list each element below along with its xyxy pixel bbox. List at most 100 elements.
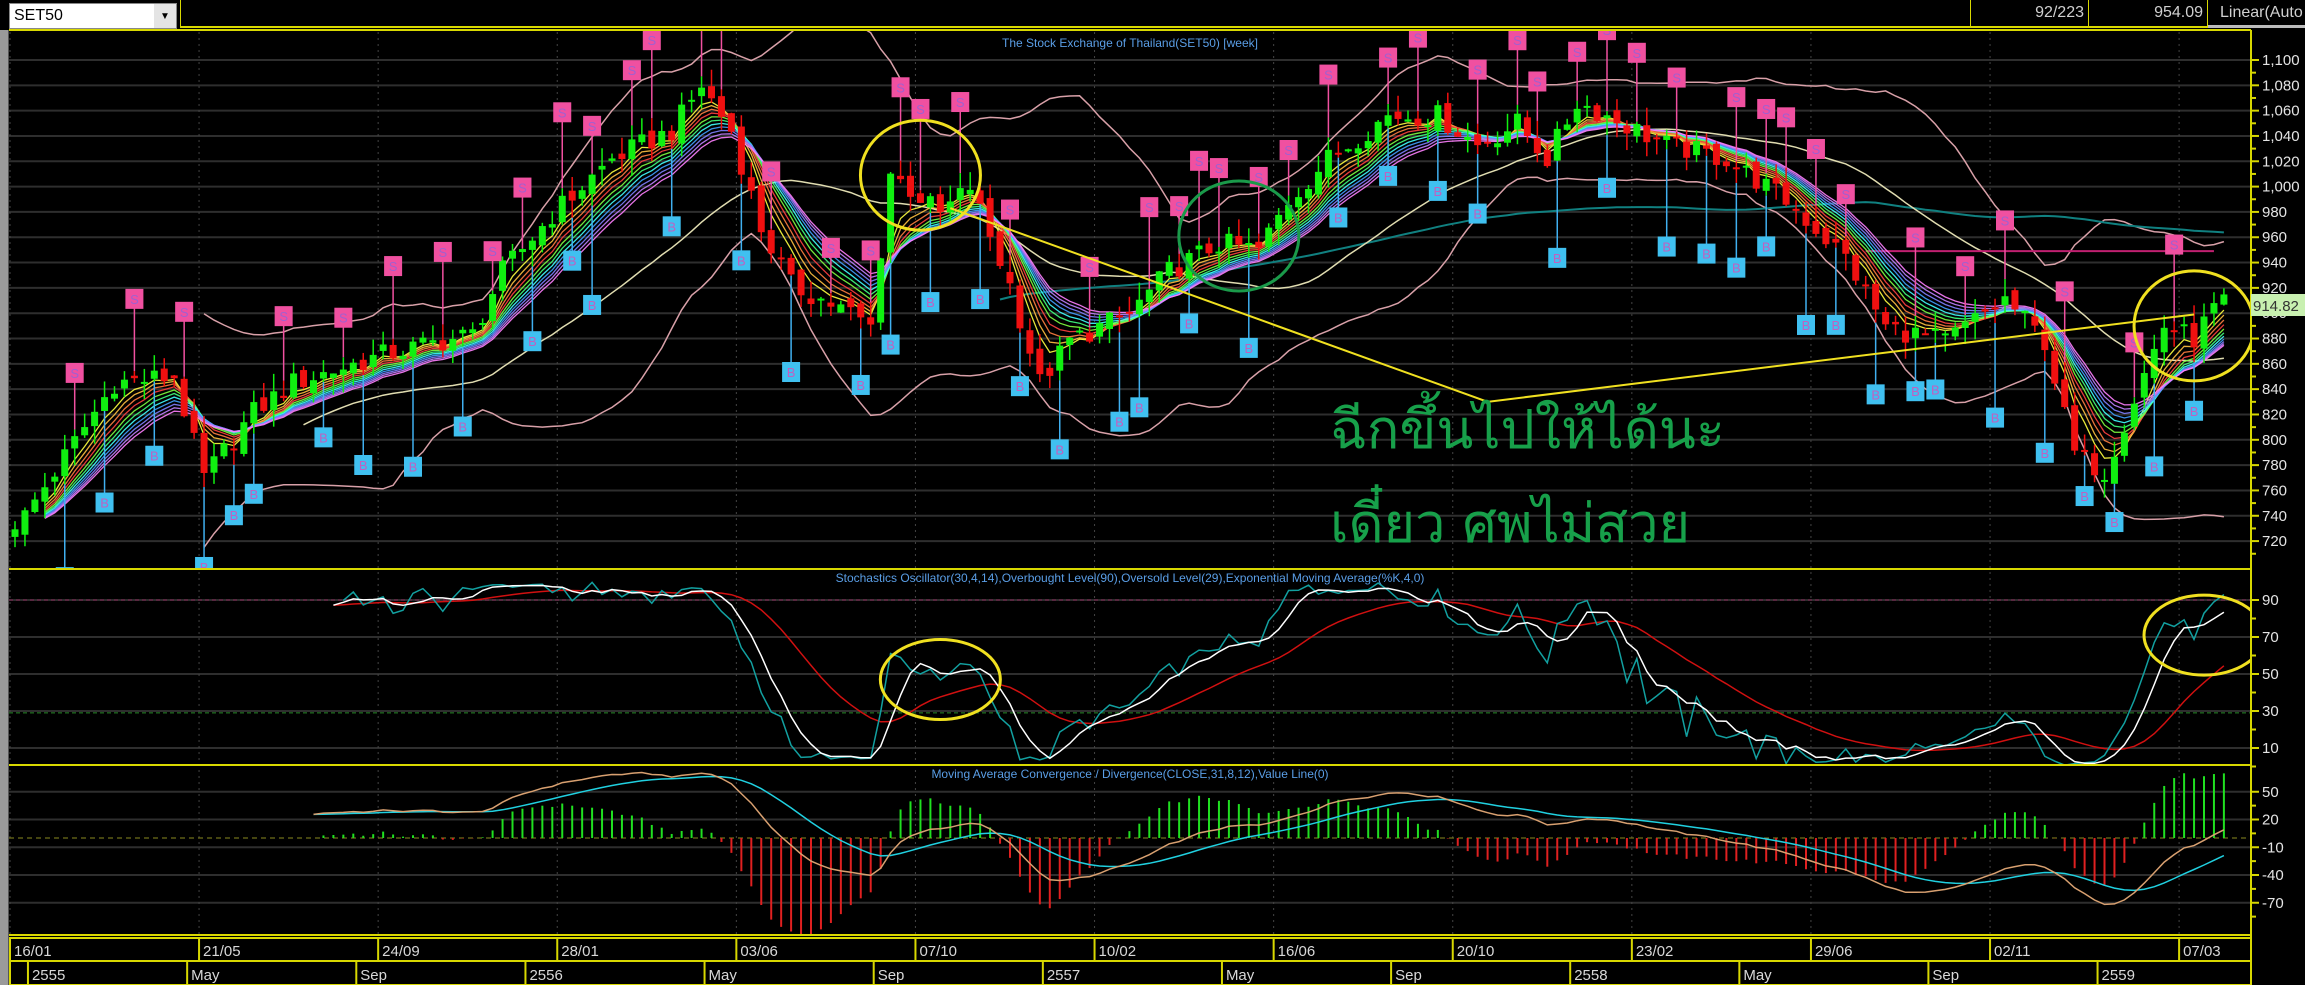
buy-signal-label: B: [2150, 459, 2159, 474]
candle-body: [548, 224, 556, 228]
candle-body: [1902, 330, 1909, 343]
sell-signal-label: S: [647, 33, 656, 48]
price-axis-label: 840: [2262, 381, 2287, 398]
date-label: 20/10: [1457, 943, 1495, 960]
candle-body: [1106, 312, 1113, 329]
candle-body: [2170, 330, 2178, 333]
candle-body: [1573, 108, 1581, 123]
candle-body: [409, 341, 417, 357]
candle-body: [359, 359, 367, 370]
candle-body: [1354, 148, 1362, 154]
ribbon-ema-line: [44, 108, 2225, 509]
sell-signal-label: S: [1215, 161, 1224, 176]
sell-signal-label: S: [1732, 90, 1741, 105]
candle-body: [1265, 227, 1273, 247]
sell-signal-label: S: [827, 241, 836, 256]
candle-body: [1096, 323, 1104, 337]
buy-signal-label: B: [1702, 247, 1711, 262]
sell-signal-label: S: [70, 366, 79, 381]
sell-signal-label: S: [717, 10, 726, 25]
grid: [9, 32, 2251, 935]
candle-body: [638, 134, 646, 143]
date-label: 16/06: [1278, 943, 1316, 960]
price-axis-label: 960: [2262, 229, 2287, 246]
candle-body: [1673, 136, 1681, 139]
candle-body: [568, 190, 576, 201]
candle-body: [2160, 327, 2168, 353]
buy-signal-label: B: [926, 295, 935, 310]
period-label: 2557: [1047, 967, 1080, 984]
candle-body: [1364, 141, 1372, 149]
sell-signal-label: S: [1513, 33, 1522, 48]
sell-signal-label: S: [558, 105, 567, 120]
sell-signal-label: S: [1961, 259, 1970, 274]
sell-signal-label: S: [1812, 142, 1821, 157]
candle-body: [1235, 235, 1243, 245]
ribbon-ema-line: [44, 104, 2225, 507]
price-panel[interactable]: SSS S SSS SSSSSSSSS SSS SSSS SS SSSSSSSSSS SSSSS…: [11, 0, 2255, 587]
candle-body: [1046, 367, 1054, 376]
macd-axis-label: 50: [2262, 784, 2279, 801]
candle-body: [867, 317, 875, 325]
candle-body: [807, 298, 815, 305]
candle-body: [827, 302, 835, 307]
candle-body: [887, 173, 895, 253]
candle-body: [51, 476, 59, 482]
price-axis-label: 740: [2262, 508, 2287, 525]
price-axis-label: 820: [2262, 406, 2287, 423]
candle-body: [1344, 149, 1352, 152]
candle-body: [1474, 134, 1482, 146]
sell-signal-label: S: [588, 119, 597, 134]
buy-signal-label: B: [787, 365, 796, 380]
candle-body: [767, 230, 775, 254]
candle-body: [588, 174, 596, 194]
candle-body: [270, 391, 278, 410]
candle-body: [1862, 284, 1870, 287]
sell-signal-label: S: [1195, 154, 1204, 169]
candle-body: [1882, 312, 1890, 325]
buy-signal-label: B: [1762, 239, 1771, 254]
buy-signal-label: B: [409, 460, 418, 475]
candle-body: [1006, 271, 1014, 284]
stoch-axis-label: 10: [2262, 740, 2279, 757]
candle-body: [1872, 283, 1880, 310]
candle-body: [1245, 243, 1253, 246]
candle-body: [2061, 379, 2069, 408]
candle-body: [429, 340, 437, 343]
buy-signal-label: B: [976, 292, 985, 307]
stoch-signal-line: [333, 589, 2225, 752]
candle-body: [2051, 350, 2059, 384]
candle-body: [1305, 189, 1312, 199]
candle-body: [598, 165, 606, 170]
candle-body: [230, 448, 238, 451]
candle-body: [1772, 177, 1780, 184]
candle-body: [319, 372, 327, 379]
candle-body: [916, 193, 924, 203]
candle-body: [1016, 285, 1024, 329]
candle-body: [1454, 132, 1462, 137]
chart-area[interactable]: SSS S SSS SSSSSSSSS SSS SSSS SS SSSSSSSSSS SSSSS…: [0, 0, 2305, 985]
candle-body: [1832, 238, 1840, 243]
candle-body: [747, 177, 755, 191]
candle-body: [2190, 323, 2198, 348]
macd-axis-label: -10: [2262, 839, 2284, 856]
sell-signal-label: S: [339, 311, 348, 326]
candle-body: [290, 373, 298, 398]
buy-signal-label: B: [2080, 489, 2089, 504]
candle-body: [11, 529, 19, 537]
candle-body: [648, 130, 656, 149]
sell-signal-label: S: [1414, 31, 1423, 46]
macd-axis-label: -70: [2262, 895, 2284, 912]
candle-body: [1424, 125, 1432, 128]
macd-panel[interactable]: [9, 771, 2251, 936]
annotation-text-line1: ฉีกขึ้นไปให้ได้นะ: [1330, 391, 1725, 461]
candle-body: [310, 380, 317, 394]
candle-body: [787, 257, 795, 275]
candle-body: [668, 130, 676, 141]
sell-signal-label: S: [767, 164, 776, 179]
sell-signal-label: S: [1006, 203, 1015, 218]
sell-signal-label: S: [1633, 46, 1642, 61]
candle-body: [379, 344, 387, 351]
candle-body: [150, 370, 158, 379]
candle-body: [698, 87, 706, 97]
